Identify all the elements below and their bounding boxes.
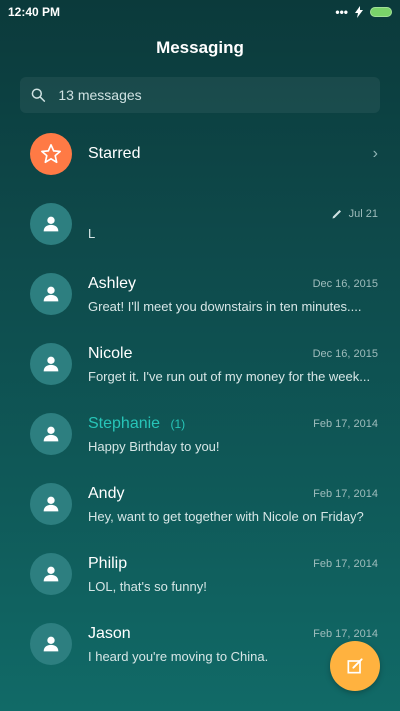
search-bar[interactable] bbox=[20, 77, 380, 113]
conversation-date: Jul 21 bbox=[331, 208, 378, 220]
contact-name: Nicole bbox=[88, 344, 133, 362]
avatar bbox=[30, 413, 72, 455]
list-item[interactable]: Ashley Dec 16, 2015 Great! I'll meet you… bbox=[0, 259, 400, 329]
page-title: Messaging bbox=[156, 38, 244, 57]
date-text: Jul 21 bbox=[348, 207, 378, 220]
contact-name: Ashley bbox=[88, 274, 137, 292]
avatar bbox=[30, 133, 72, 175]
conversation-texts: Philip Feb 17, 2014 LOL, that's so funny… bbox=[88, 555, 378, 594]
conversation-header: Philip Feb 17, 2014 bbox=[88, 555, 378, 573]
search-icon bbox=[31, 88, 46, 102]
list-item[interactable]: Jul 21 L bbox=[0, 189, 400, 259]
person-icon bbox=[43, 426, 59, 442]
conversation-date: Feb 17, 2014 bbox=[313, 417, 378, 430]
person-icon bbox=[43, 496, 59, 512]
conversation-date: Feb 17, 2014 bbox=[313, 487, 378, 500]
conversation-texts: Nicole Dec 16, 2015 Forget it. I've run … bbox=[88, 345, 378, 384]
person-icon bbox=[43, 286, 59, 302]
message-preview: L bbox=[88, 225, 96, 241]
star-icon bbox=[41, 144, 61, 164]
conversation-header: Jason Feb 17, 2014 bbox=[88, 625, 378, 643]
search-input[interactable] bbox=[56, 86, 370, 104]
avatar bbox=[30, 623, 72, 665]
person-icon bbox=[43, 636, 59, 652]
contact-name: Philip bbox=[88, 554, 128, 572]
avatar bbox=[30, 343, 72, 385]
conversation-texts: Ashley Dec 16, 2015 Great! I'll meet you… bbox=[88, 275, 378, 314]
contact-name: Stephanie bbox=[88, 414, 161, 432]
unread-badge: (1) bbox=[170, 416, 186, 431]
person-icon bbox=[43, 356, 59, 372]
conversation-header: Jul 21 bbox=[88, 208, 378, 220]
list-item[interactable]: Nicole Dec 16, 2015 Forget it. I've run … bbox=[0, 329, 400, 399]
battery-icon bbox=[370, 7, 392, 17]
compose-button[interactable] bbox=[330, 641, 380, 691]
status-bar: 12:40 PM ••• bbox=[0, 0, 400, 24]
message-preview: LOL, that's so funny! bbox=[88, 578, 207, 594]
conversation-date: Dec 16, 2015 bbox=[312, 277, 378, 290]
chevron-right-icon: › bbox=[372, 145, 378, 162]
conversation-header: Ashley Dec 16, 2015 bbox=[88, 275, 378, 293]
message-preview: Forget it. I've run out of my money for … bbox=[88, 368, 371, 384]
person-icon bbox=[43, 216, 59, 232]
message-preview: Hey, want to get together with Nicole on… bbox=[88, 508, 364, 524]
contact-name: Andy bbox=[88, 484, 125, 502]
conversation-header: Stephanie (1) Feb 17, 2014 bbox=[88, 415, 378, 433]
status-time: 12:40 PM bbox=[8, 5, 61, 19]
conversation-header: Nicole Dec 16, 2015 bbox=[88, 345, 378, 363]
starred-row[interactable]: Starred › bbox=[0, 119, 400, 189]
list-item[interactable]: Stephanie (1) Feb 17, 2014 Happy Birthda… bbox=[0, 399, 400, 469]
name-group: Stephanie (1) bbox=[88, 415, 185, 433]
conversation-date: Feb 17, 2014 bbox=[313, 557, 378, 570]
conversation-date: Dec 16, 2015 bbox=[312, 347, 378, 360]
conversation-texts: Andy Feb 17, 2014 Hey, want to get toget… bbox=[88, 485, 378, 524]
avatar bbox=[30, 553, 72, 595]
pencil-icon bbox=[332, 209, 341, 218]
conversation-texts: Jul 21 L bbox=[88, 208, 378, 241]
avatar bbox=[30, 483, 72, 525]
avatar bbox=[30, 273, 72, 315]
starred-texts: Starred bbox=[88, 145, 373, 163]
charging-icon bbox=[355, 6, 363, 18]
starred-label: Starred bbox=[88, 145, 141, 162]
person-icon bbox=[43, 566, 59, 582]
avatar bbox=[30, 203, 72, 245]
conversation-texts: Stephanie (1) Feb 17, 2014 Happy Birthda… bbox=[88, 415, 378, 454]
compose-icon bbox=[347, 658, 363, 674]
conversation-list: Starred › Jul 21 L Ashley Dec 16, 2015 G… bbox=[0, 119, 400, 679]
message-preview: Great! I'll meet you downstairs in ten m… bbox=[88, 298, 362, 314]
contact-name: Jason bbox=[88, 624, 131, 642]
signal-icon: ••• bbox=[335, 5, 348, 19]
list-item[interactable]: Philip Feb 17, 2014 LOL, that's so funny… bbox=[0, 539, 400, 609]
message-preview: Happy Birthday to you! bbox=[88, 438, 220, 454]
list-item[interactable]: Andy Feb 17, 2014 Hey, want to get toget… bbox=[0, 469, 400, 539]
conversation-date: Feb 17, 2014 bbox=[313, 627, 378, 640]
conversation-header: Andy Feb 17, 2014 bbox=[88, 485, 378, 503]
status-icons: ••• bbox=[335, 5, 392, 19]
